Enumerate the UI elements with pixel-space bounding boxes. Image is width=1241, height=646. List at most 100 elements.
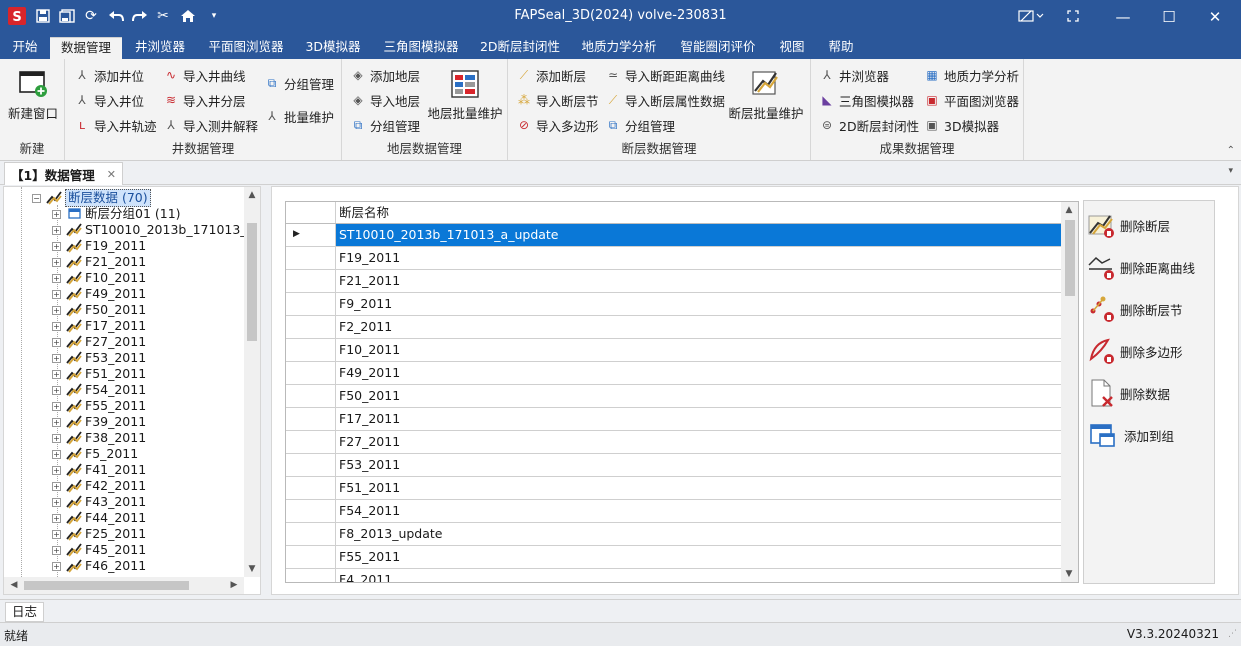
- row-indicator[interactable]: [286, 316, 336, 338]
- tree-horizontal-scrollbar[interactable]: ◀ ▶: [4, 577, 244, 594]
- expand-icon[interactable]: +: [52, 449, 61, 459]
- fullscreen-icon[interactable]: [1064, 7, 1082, 25]
- table-row[interactable]: F10_2011: [286, 339, 1061, 362]
- tree-item[interactable]: + F39_2011: [52, 414, 146, 430]
- tree-item[interactable]: + F17_2011: [52, 318, 146, 334]
- tree-item[interactable]: + F21_2011: [52, 254, 146, 270]
- table-row[interactable]: F53_2011: [286, 454, 1061, 477]
- tab-data-management[interactable]: 数据管理: [50, 37, 122, 59]
- delete-polygon-button[interactable]: 删除多边形: [1088, 333, 1183, 369]
- row-indicator[interactable]: [286, 546, 336, 568]
- expand-icon[interactable]: +: [52, 481, 61, 491]
- collapse-icon[interactable]: −: [32, 193, 41, 203]
- tree-item[interactable]: + F38_2011: [52, 430, 146, 446]
- tree-item[interactable]: + F54_2011: [52, 382, 146, 398]
- tree-item[interactable]: + F53_2011: [52, 350, 146, 366]
- tab-help[interactable]: 帮助: [820, 37, 862, 59]
- results-well-browser-button[interactable]: ⅄ 井浏览器: [819, 65, 889, 85]
- scroll-up-icon[interactable]: ▲: [1061, 205, 1077, 215]
- well-batch-button[interactable]: ⅄ 批量维护: [264, 106, 334, 126]
- expand-icon[interactable]: +: [52, 241, 61, 251]
- column-header-fault-name[interactable]: 断层名称: [339, 202, 389, 223]
- tab-triangle-simulator[interactable]: 三角图模拟器: [376, 37, 466, 59]
- row-indicator[interactable]: [286, 454, 336, 476]
- delete-segment-button[interactable]: 删除断层节: [1088, 291, 1183, 327]
- tree-vertical-scrollbar[interactable]: ▲ ▼: [244, 187, 260, 577]
- row-indicator[interactable]: [286, 477, 336, 499]
- expand-icon[interactable]: +: [52, 273, 61, 283]
- table-row[interactable]: F55_2011: [286, 546, 1061, 569]
- scroll-up-icon[interactable]: ▲: [244, 190, 260, 200]
- tab-3d-simulator[interactable]: 3D模拟器: [298, 37, 368, 59]
- tab-view[interactable]: 视图: [772, 37, 812, 59]
- import-fault-attr-button[interactable]: ⟋ 导入断层属性数据: [605, 90, 725, 110]
- table-row[interactable]: F27_2011: [286, 431, 1061, 454]
- theme-switch-icon[interactable]: [1016, 7, 1046, 25]
- tree-item[interactable]: + F55_2011: [52, 398, 146, 414]
- import-polygon-button[interactable]: ⊘ 导入多边形: [516, 115, 599, 135]
- tree-item[interactable]: + F44_2011: [52, 510, 146, 526]
- expand-icon[interactable]: +: [52, 369, 61, 379]
- tree-group-node[interactable]: + 断层分组01 (11): [52, 206, 181, 222]
- import-fault-distance-button[interactable]: ≃ 导入断距距离曲线: [605, 65, 725, 85]
- table-row[interactable]: F19_2011: [286, 247, 1061, 270]
- expand-icon[interactable]: +: [52, 529, 61, 539]
- expand-icon[interactable]: +: [52, 433, 61, 443]
- add-horizon-button[interactable]: ◈ 添加地层: [350, 65, 420, 85]
- tree-root-node[interactable]: − 断层数据 (70): [32, 189, 151, 207]
- tree-item[interactable]: + ST10010_2013b_171013_a: [52, 222, 244, 238]
- tab-plan-browser[interactable]: 平面图浏览器: [202, 37, 290, 59]
- table-row[interactable]: F2_2011: [286, 316, 1061, 339]
- expand-icon[interactable]: +: [52, 465, 61, 475]
- tab-well-browser[interactable]: 井浏览器: [126, 37, 194, 59]
- tree-scroll-thumb[interactable]: [247, 223, 257, 341]
- results-tri-sim-button[interactable]: ◣ 三角图模拟器: [819, 90, 914, 110]
- new-window-button[interactable]: 新建窗口: [6, 69, 60, 122]
- well-group-mgmt-button[interactable]: ⧉ 分组管理: [264, 73, 334, 93]
- expand-icon[interactable]: +: [52, 353, 61, 363]
- add-well-button[interactable]: ⅄ 添加井位: [74, 65, 144, 85]
- close-button[interactable]: ✕: [1192, 0, 1238, 33]
- tree-item[interactable]: + F43_2011: [52, 494, 146, 510]
- tree-item[interactable]: + F45_2011: [52, 542, 146, 558]
- row-indicator[interactable]: ▶: [286, 224, 336, 246]
- expand-icon[interactable]: +: [52, 401, 61, 411]
- row-indicator[interactable]: [286, 247, 336, 269]
- tree-hscroll-thumb[interactable]: [24, 581, 189, 590]
- tree-item[interactable]: + F41_2011: [52, 462, 146, 478]
- tab-geomechanics[interactable]: 地质力学分析: [574, 37, 664, 59]
- row-indicator[interactable]: [286, 385, 336, 407]
- horizon-group-mgmt-button[interactable]: ⧉ 分组管理: [350, 115, 420, 135]
- fault-group-mgmt-button[interactable]: ⧉ 分组管理: [605, 115, 675, 135]
- table-row[interactable]: F17_2011: [286, 408, 1061, 431]
- row-indicator[interactable]: [286, 500, 336, 522]
- add-to-group-button[interactable]: 添加到组: [1088, 417, 1174, 453]
- delete-distance-curve-button[interactable]: 删除距离曲线: [1088, 249, 1195, 285]
- import-horizon-button[interactable]: ◈ 导入地层: [350, 90, 420, 110]
- import-fault-segment-button[interactable]: ⁂ 导入断层节: [516, 90, 599, 110]
- tab-2d-fault-seal[interactable]: 2D断层封闭性: [474, 37, 566, 59]
- expand-icon[interactable]: +: [52, 561, 61, 571]
- tab-list-dropdown-icon[interactable]: ▾: [1228, 166, 1233, 176]
- log-tab[interactable]: 日志: [5, 602, 45, 622]
- table-row[interactable]: F8_2013_update: [286, 523, 1061, 546]
- import-well-track-button[interactable]: ʟ 导入井轨迹: [74, 115, 157, 135]
- expand-icon[interactable]: +: [52, 417, 61, 427]
- delete-data-button[interactable]: 删除数据: [1088, 375, 1170, 411]
- tab-trap-evaluation[interactable]: 智能圈闭评价: [672, 37, 764, 59]
- tree-item[interactable]: + F5_2011: [52, 446, 138, 462]
- expand-icon[interactable]: +: [52, 289, 61, 299]
- scroll-left-icon[interactable]: ◀: [6, 580, 22, 590]
- collapse-ribbon-icon[interactable]: ⌃: [1227, 145, 1235, 156]
- results-2d-seal-button[interactable]: ⊜ 2D断层封闭性: [819, 115, 919, 135]
- row-indicator[interactable]: [286, 408, 336, 430]
- table-row[interactable]: F50_2011: [286, 385, 1061, 408]
- table-row[interactable]: F9_2011: [286, 293, 1061, 316]
- results-geomech-button[interactable]: ▦ 地质力学分析: [924, 65, 1019, 85]
- expand-icon[interactable]: +: [52, 385, 61, 395]
- scroll-down-icon[interactable]: ▼: [244, 564, 260, 574]
- fault-batch-button[interactable]: 断层批量维护: [726, 69, 806, 122]
- row-indicator[interactable]: [286, 339, 336, 361]
- expand-icon[interactable]: +: [52, 321, 61, 331]
- tree-item[interactable]: + F46_2011: [52, 558, 146, 574]
